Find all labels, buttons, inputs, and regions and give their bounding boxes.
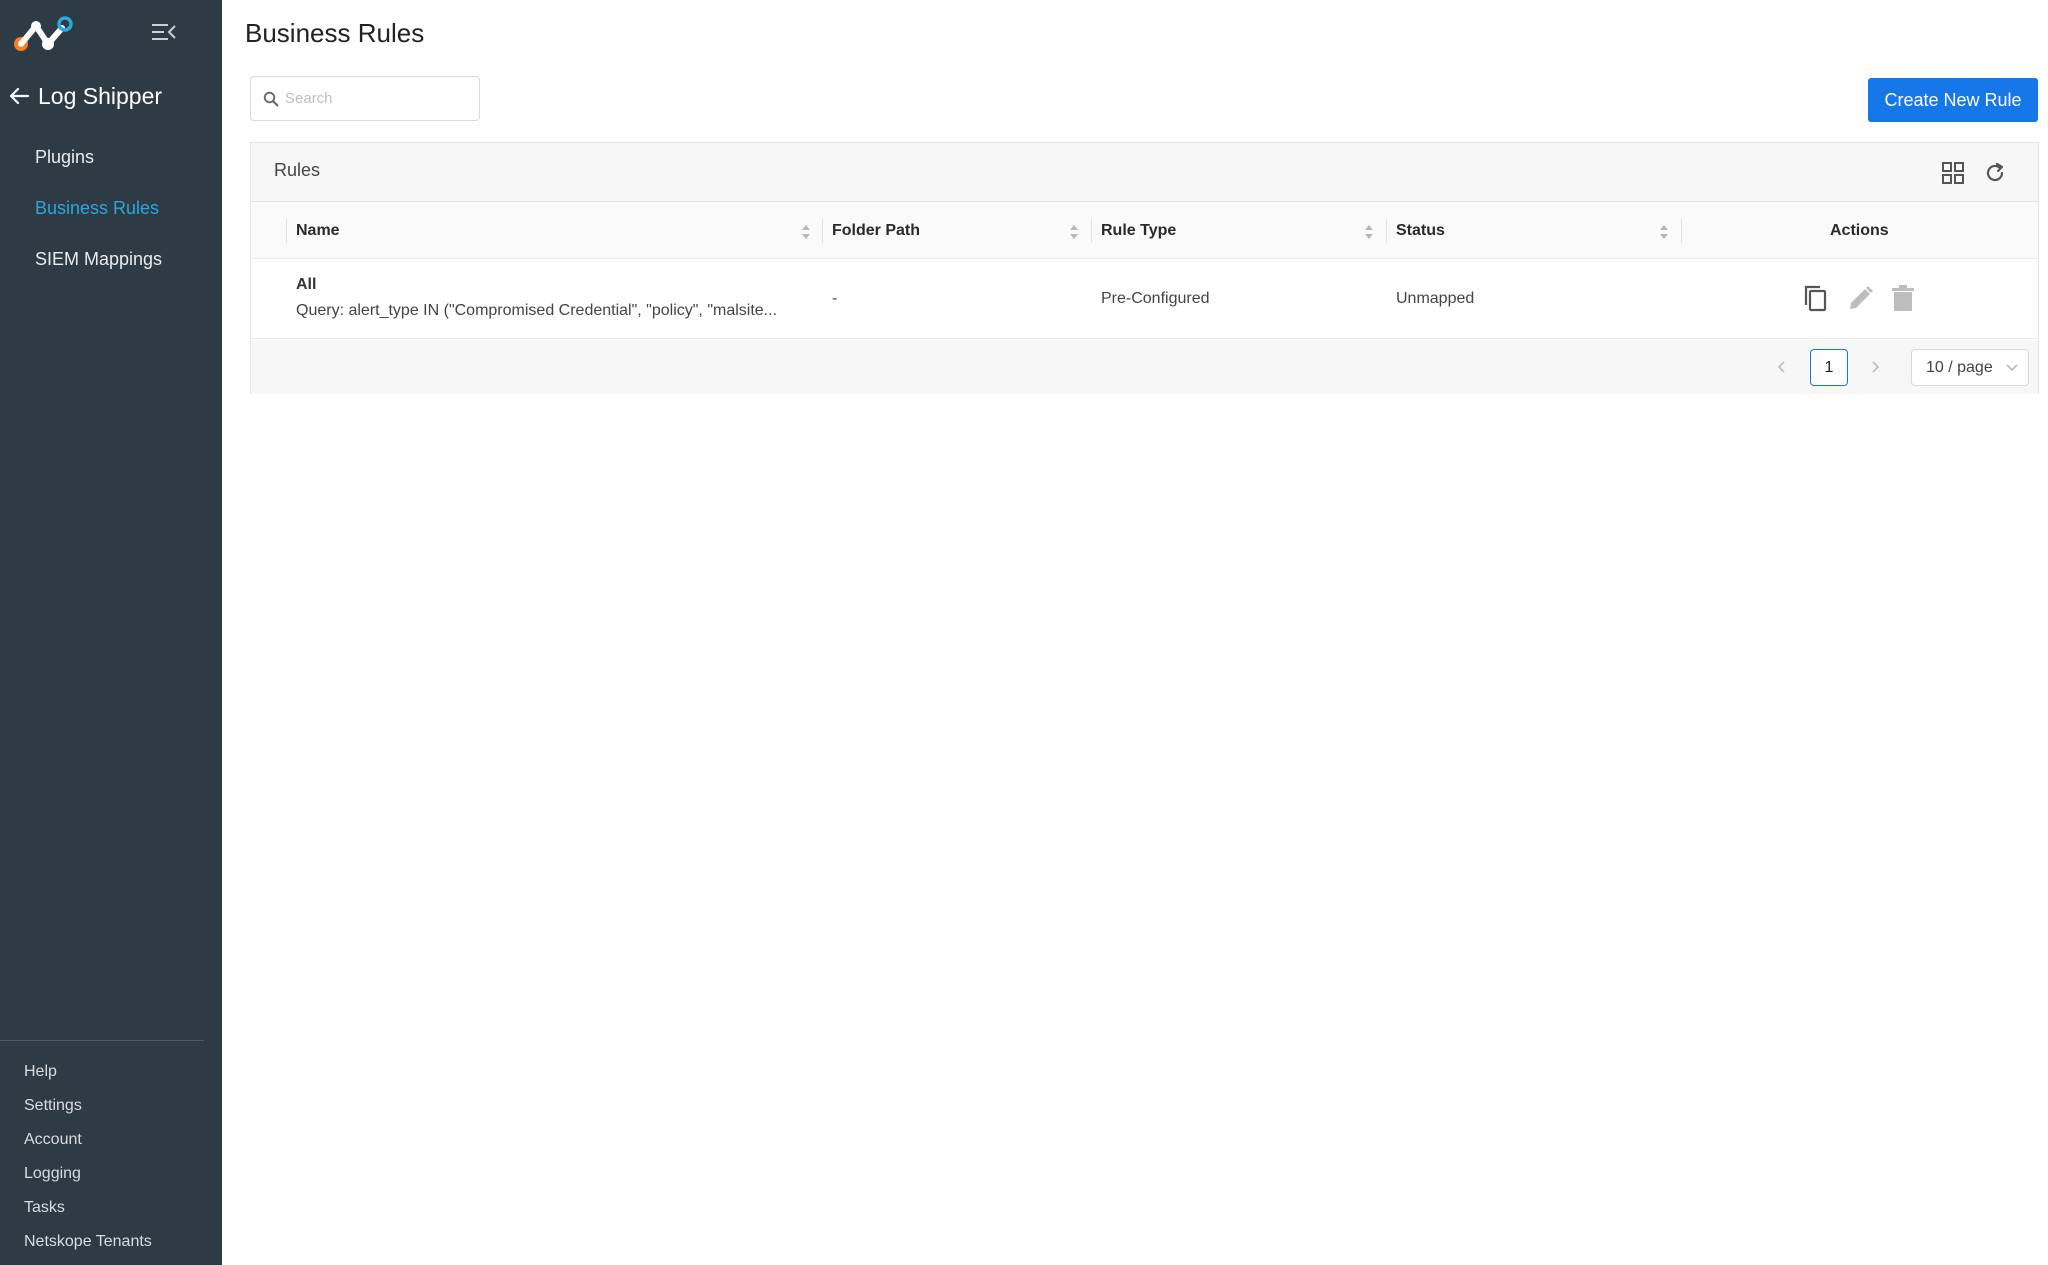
- grid-icon[interactable]: [1941, 161, 1965, 185]
- column-header-actions: Actions: [1830, 222, 1889, 239]
- column-separator: [1091, 219, 1092, 243]
- column-header-folder-path[interactable]: Folder Path: [832, 202, 920, 259]
- page-title: Business Rules: [245, 18, 425, 48]
- back-to-plugin-link[interactable]: Log Shipper: [8, 80, 162, 112]
- sidebar-item-tasks[interactable]: Tasks: [0, 1191, 222, 1225]
- rule-name[interactable]: All: [296, 276, 316, 294]
- sidebar-item-account[interactable]: Account: [0, 1123, 222, 1157]
- column-separator: [822, 219, 823, 243]
- refresh-icon[interactable]: [1983, 161, 2007, 185]
- search-box[interactable]: [250, 76, 480, 121]
- pagination-current-page[interactable]: 1: [1810, 349, 1848, 386]
- sidebar-item-settings[interactable]: Settings: [0, 1089, 222, 1123]
- table-row: All Query: alert_type IN ("Compromised C…: [251, 259, 2038, 339]
- rule-type: Pre-Configured: [1101, 290, 1210, 307]
- rule-status: Unmapped: [1396, 290, 1475, 307]
- column-separator: [286, 219, 287, 243]
- logo-icon: [14, 16, 73, 51]
- rules-card-title: Rules: [274, 160, 321, 180]
- create-new-rule-button[interactable]: Create New Rule: [1868, 78, 2038, 122]
- menu-fold-icon[interactable]: [150, 20, 178, 44]
- page-size-select[interactable]: 10 / page: [1911, 349, 2029, 386]
- search-icon: [263, 91, 279, 106]
- sidebar-item-netskope-tenants[interactable]: Netskope Tenants: [0, 1225, 222, 1259]
- pagination-bar: 1 10 / page: [251, 340, 2038, 394]
- sidebar-nav: Plugins Business Rules SIEM Mappings: [0, 132, 222, 285]
- arrow-left-icon: [9, 87, 30, 105]
- edit-icon[interactable]: [1846, 283, 1874, 313]
- column-separator: [1386, 219, 1387, 243]
- sidebar-bottom-nav: Help Settings Account Logging Tasks Nets…: [0, 1055, 222, 1259]
- chevron-right-icon[interactable]: [1866, 357, 1884, 377]
- page-size-value: 10 / page: [1926, 359, 1993, 376]
- chevron-left-icon[interactable]: [1773, 357, 1791, 377]
- sidebar-item-logging[interactable]: Logging: [0, 1157, 222, 1191]
- search-input[interactable]: [285, 90, 465, 107]
- sort-icon[interactable]: [1364, 224, 1374, 240]
- rules-card: Rules Name Folder Path Rule Type Status …: [250, 142, 2039, 394]
- rules-card-header: Rules: [251, 143, 2038, 202]
- sidebar-item-business-rules[interactable]: Business Rules: [0, 183, 222, 234]
- copy-icon[interactable]: [1801, 283, 1829, 313]
- column-header-rule-type[interactable]: Rule Type: [1101, 202, 1176, 259]
- column-header-name[interactable]: Name: [296, 202, 340, 259]
- sort-icon[interactable]: [1659, 224, 1669, 240]
- chevron-down-icon: [2006, 364, 2018, 372]
- rule-query: Query: alert_type IN ("Compromised Crede…: [296, 302, 778, 319]
- rule-folder-path: -: [832, 290, 838, 307]
- column-separator: [1681, 219, 1682, 243]
- sidebar: Log Shipper Plugins Business Rules SIEM …: [0, 0, 222, 1265]
- sidebar-item-plugins[interactable]: Plugins: [0, 132, 222, 183]
- column-header-status[interactable]: Status: [1396, 202, 1445, 259]
- sidebar-item-help[interactable]: Help: [0, 1055, 222, 1089]
- sidebar-item-siem-mappings[interactable]: SIEM Mappings: [0, 234, 222, 285]
- delete-icon[interactable]: [1889, 283, 1917, 313]
- sort-icon[interactable]: [801, 224, 811, 240]
- table-header: Name Folder Path Rule Type Status Action…: [251, 202, 2038, 259]
- sort-icon[interactable]: [1069, 224, 1079, 240]
- sidebar-divider: [0, 1040, 204, 1041]
- plugin-title: Log Shipper: [38, 82, 163, 109]
